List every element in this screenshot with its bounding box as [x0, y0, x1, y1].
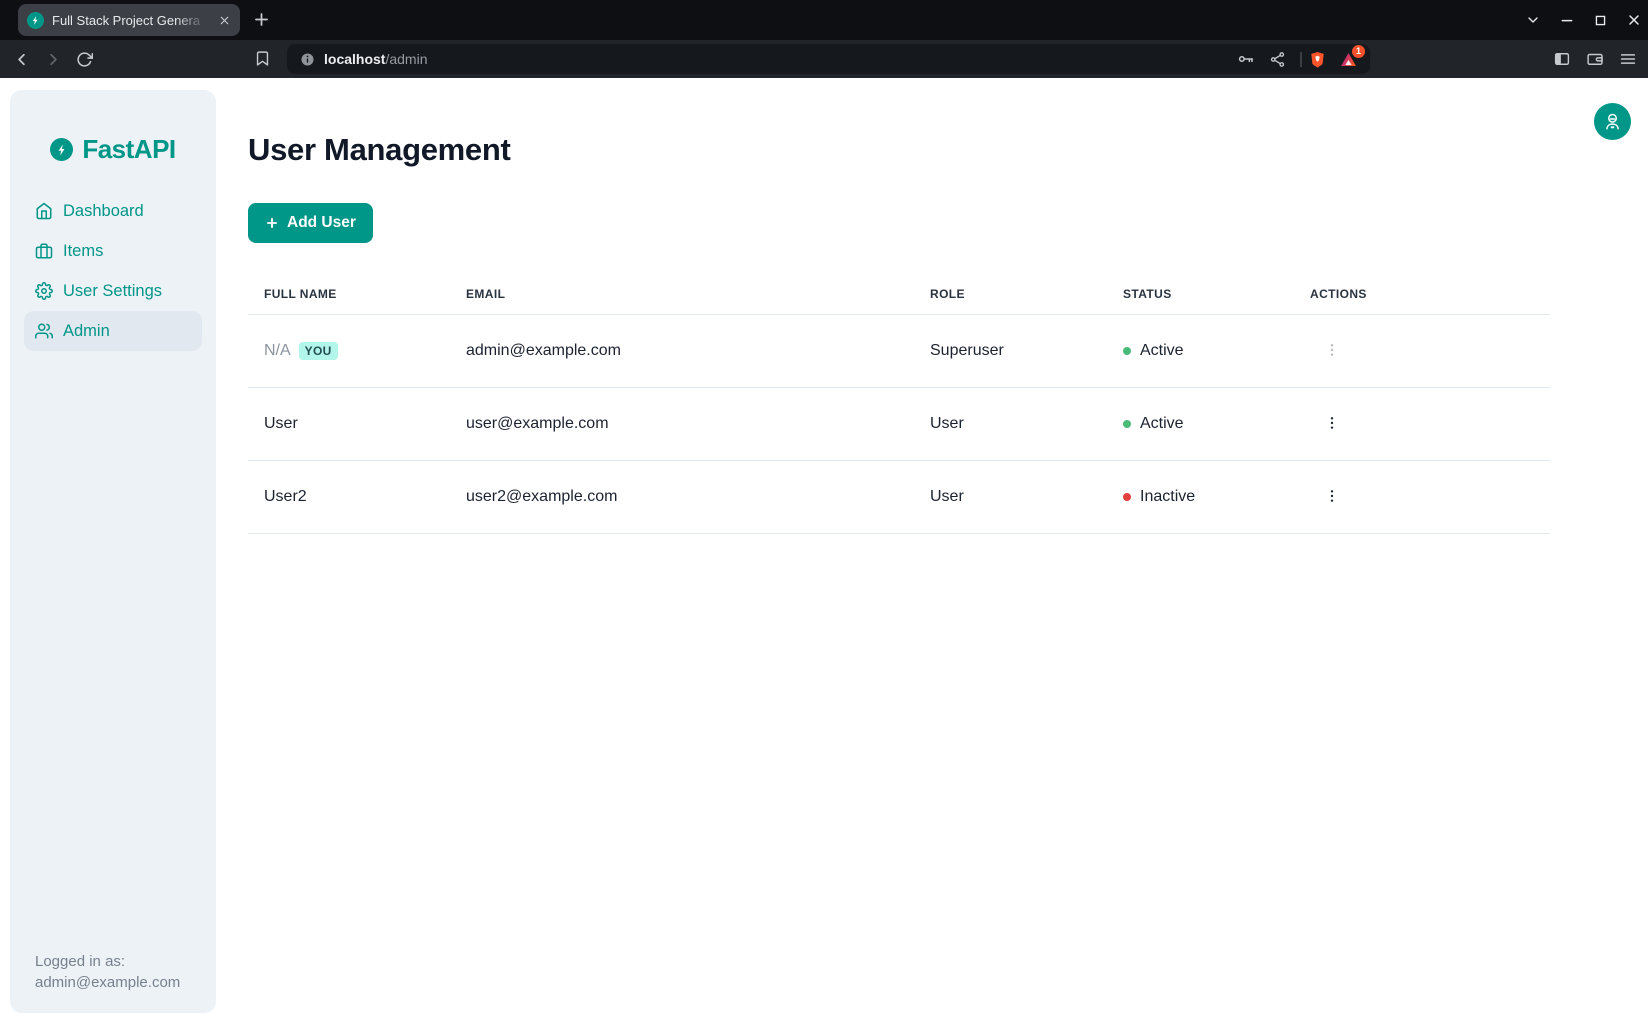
table-row: N/A YOU admin@example.com Superuser Acti… — [248, 315, 1550, 388]
logged-in-label: Logged in as: — [35, 951, 180, 972]
cell-status: Inactive — [1140, 488, 1195, 506]
logged-in-email: admin@example.com — [35, 972, 180, 993]
sidebar-item-label: User Settings — [63, 282, 162, 301]
cell-role: User — [930, 488, 1123, 506]
briefcase-icon — [35, 242, 53, 260]
sidebar: FastAPI Dashboard Items User Settings — [10, 90, 216, 1013]
sidebar-item-admin[interactable]: Admin — [24, 311, 202, 351]
status-badge: Active — [1123, 415, 1310, 433]
status-dot-icon — [1123, 420, 1131, 428]
you-badge: YOU — [299, 342, 338, 360]
browser-tab[interactable]: Full Stack Project Genera — [18, 4, 240, 36]
sidebar-item-items[interactable]: Items — [24, 231, 202, 271]
cell-full-name: User2 — [264, 488, 307, 506]
address-bar[interactable]: localhost /admin 1 — [287, 44, 1370, 74]
fastapi-bolt-icon — [50, 138, 73, 161]
menu-hamburger-icon[interactable] — [1619, 50, 1637, 68]
page-title: User Management — [248, 78, 1648, 168]
cell-email: admin@example.com — [466, 342, 930, 360]
window-maximize-icon[interactable] — [1593, 13, 1608, 28]
window-minimize-icon[interactable] — [1559, 12, 1575, 28]
sidebar-item-dashboard[interactable]: Dashboard — [24, 191, 202, 231]
password-key-icon[interactable] — [1237, 50, 1255, 68]
divider — [1300, 52, 1302, 67]
fastapi-favicon-icon — [27, 12, 44, 29]
main-panel: User Management Add User FULL NAME EMAIL… — [248, 78, 1648, 534]
back-icon[interactable] — [12, 50, 31, 69]
bookmark-icon[interactable] — [254, 50, 271, 67]
cell-full-name: User — [264, 415, 298, 433]
gear-icon — [35, 282, 53, 300]
tab-close-icon[interactable] — [218, 14, 231, 27]
column-header-role: ROLE — [930, 287, 1123, 301]
cell-email: user2@example.com — [466, 488, 930, 506]
brave-shield-icon[interactable] — [1308, 50, 1327, 69]
table-row: User user@example.com User Active — [248, 388, 1550, 461]
cell-email: user@example.com — [466, 415, 930, 433]
add-user-button[interactable]: Add User — [248, 203, 373, 243]
sidebar-item-label: Items — [63, 242, 103, 261]
window-menu-chevron-icon[interactable] — [1525, 12, 1541, 28]
site-info-icon[interactable] — [299, 51, 316, 68]
sidebar-item-label: Admin — [63, 322, 110, 341]
browser-tab-bar: Full Stack Project Genera — [0, 0, 1648, 40]
browser-toolbar: localhost /admin 1 — [0, 40, 1648, 78]
table-header-row: FULL NAME EMAIL ROLE STATUS ACTIONS — [248, 274, 1550, 315]
sidebar-item-label: Dashboard — [63, 202, 144, 221]
column-header-actions: ACTIONS — [1310, 287, 1550, 301]
fastapi-logo: FastAPI — [10, 90, 216, 165]
url-host: localhost — [324, 51, 385, 67]
row-actions-kebab-icon[interactable] — [1322, 337, 1342, 363]
plus-icon — [265, 216, 279, 230]
column-header-status: STATUS — [1123, 287, 1310, 301]
window-close-icon[interactable] — [1626, 12, 1642, 28]
column-header-email: EMAIL — [466, 287, 930, 301]
row-actions-kebab-icon[interactable] — [1322, 410, 1342, 436]
table-row: User2 user2@example.com User Inactive — [248, 461, 1550, 534]
sidebar-item-user-settings[interactable]: User Settings — [24, 271, 202, 311]
sidebar-nav: Dashboard Items User Settings Admin — [10, 191, 216, 351]
share-icon[interactable] — [1269, 51, 1286, 68]
window-controls — [1525, 0, 1642, 40]
users-table: FULL NAME EMAIL ROLE STATUS ACTIONS N/A … — [248, 274, 1550, 534]
status-dot-icon — [1123, 347, 1131, 355]
users-icon — [35, 322, 53, 340]
wallet-icon[interactable] — [1586, 50, 1604, 68]
home-icon — [35, 202, 53, 220]
add-user-label: Add User — [287, 214, 356, 232]
cell-role: User — [930, 415, 1123, 433]
tab-title: Full Stack Project Genera — [52, 13, 210, 28]
status-badge: Inactive — [1123, 488, 1310, 506]
cell-status: Active — [1140, 342, 1184, 360]
page-content: FastAPI Dashboard Items User Settings — [0, 78, 1648, 1025]
logged-in-footer: Logged in as: admin@example.com — [35, 951, 180, 993]
reload-icon[interactable] — [76, 51, 93, 68]
sidebar-panel-icon[interactable] — [1553, 50, 1571, 68]
row-actions-kebab-icon[interactable] — [1322, 483, 1342, 509]
column-header-full-name: FULL NAME — [264, 287, 466, 301]
status-badge: Active — [1123, 342, 1310, 360]
url-path: /admin — [385, 51, 427, 67]
rewards-badge: 1 — [1352, 45, 1365, 58]
logo-text: FastAPI — [82, 134, 175, 165]
cell-status: Active — [1140, 415, 1184, 433]
new-tab-icon[interactable] — [252, 10, 271, 29]
status-dot-icon — [1123, 493, 1131, 501]
forward-icon[interactable] — [44, 50, 63, 69]
cell-role: Superuser — [930, 342, 1123, 360]
brave-rewards-icon[interactable]: 1 — [1339, 50, 1358, 69]
cell-full-name: N/A — [264, 342, 291, 360]
